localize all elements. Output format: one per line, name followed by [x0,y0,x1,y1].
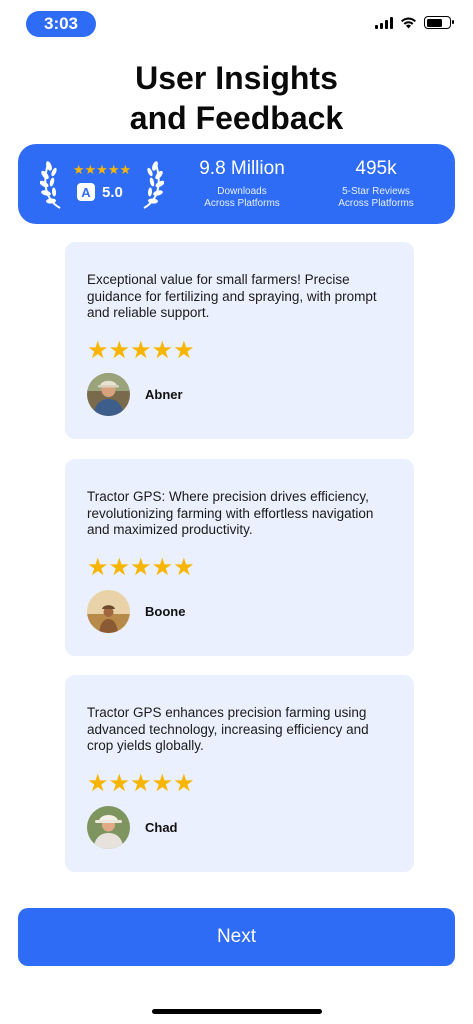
review-card: Tractor GPS enhances precision farming u… [65,675,414,872]
reviews-label: 5-Star Reviews Across Platforms [318,186,434,210]
reviewer-name: Chad [145,820,178,835]
reviews-stat: 495k 5-Star Reviews Across Platforms [318,158,434,210]
avatar [87,373,130,416]
page-title-line2: and Feedback [129,100,344,136]
review-stars: ★★★★★ [87,554,195,581]
avatar [87,806,130,849]
review-stars: ★★★★★ [87,337,195,364]
reviewer-name: Abner [145,387,183,402]
page-title: User Insights and Feedback [0,58,473,138]
status-time: 3:03 [26,11,96,37]
rating-value: 5.0 [102,183,123,201]
home-indicator [152,1009,322,1014]
review-card: Tractor GPS: Where precision drives effi… [65,459,414,656]
reviews-label-line1: 5-Star Reviews [342,186,410,197]
cellular-signal-icon [375,16,393,29]
reviewer-name: Boone [145,604,186,619]
wifi-icon [401,17,416,29]
stats-banner: ★★★★★ A 5.0 9.8 Million Downloads Across… [18,144,455,224]
downloads-label: Downloads Across Platforms [186,186,298,210]
downloads-label-line2: Across Platforms [204,198,280,209]
review-stars: ★★★★★ [87,770,195,797]
page-title-line1: User Insights [135,60,338,96]
laurel-left-icon [40,161,61,209]
laurel-right-icon [143,161,164,209]
rating-badge: ★★★★★ A 5.0 [40,156,164,212]
review-text: Tractor GPS: Where precision drives effi… [87,489,374,537]
review-text: Exceptional value for small farmers! Pre… [87,272,377,320]
status-bar: 3:03 [0,0,473,48]
status-icons [375,16,454,29]
reviews-value: 495k [355,158,397,179]
avatar [87,590,130,633]
downloads-stat: 9.8 Million Downloads Across Platforms [186,158,298,210]
downloads-value: 9.8 Million [199,158,285,179]
battery-icon [424,16,454,29]
next-button[interactable]: Next [18,908,455,966]
badge-stars: ★★★★★ [72,162,132,177]
downloads-label-line1: Downloads [217,186,267,197]
review-card: Exceptional value for small farmers! Pre… [65,242,414,439]
reviews-label-line2: Across Platforms [338,198,414,209]
review-text: Tractor GPS enhances precision farming u… [87,705,369,753]
rating-row: A 5.0 [77,183,123,201]
app-store-icon: A [77,183,95,201]
